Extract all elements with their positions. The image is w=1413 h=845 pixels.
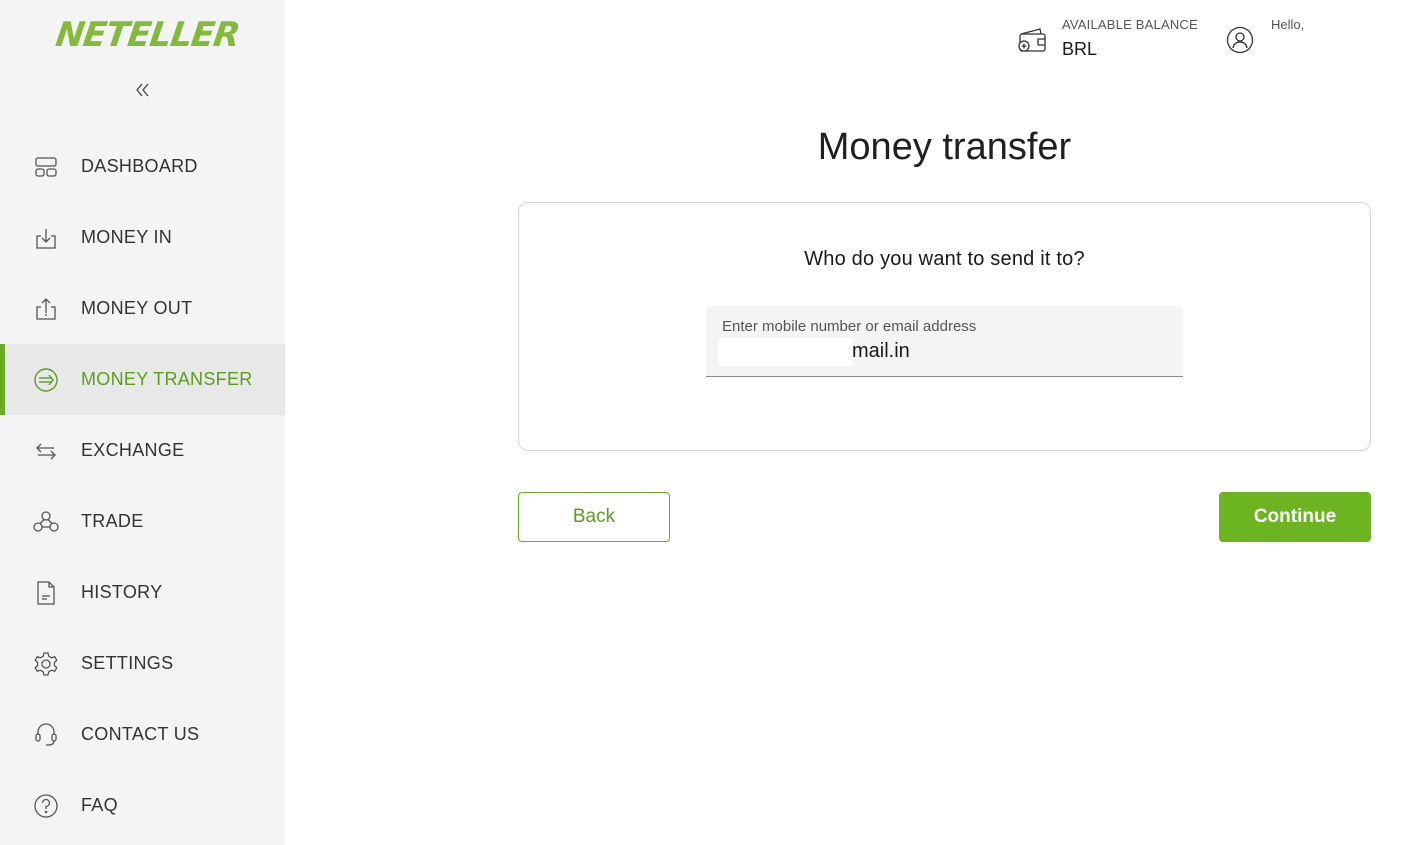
redacted-text-mask: [718, 338, 852, 366]
sidebar-item-dashboard[interactable]: DASHBOARD: [0, 131, 285, 202]
sidebar-item-money-out[interactable]: MONEY OUT: [0, 273, 285, 344]
neteller-logo[interactable]: NETELLER: [53, 15, 241, 55]
dashboard-icon: [33, 154, 59, 180]
sidebar-item-label: MONEY IN: [81, 227, 173, 247]
recipient-field[interactable]: Enter mobile number or email address: [706, 306, 1183, 377]
headset-icon: [33, 722, 59, 748]
sidebar-item-label: TRADE: [81, 511, 144, 531]
question-circle-icon: [33, 793, 59, 819]
sidebar-item-trade[interactable]: TRADE: [0, 486, 285, 557]
sidebar-item-contact-us[interactable]: CONTACT US: [0, 699, 285, 770]
document-icon: [33, 580, 59, 606]
sidebar-nav: DASHBOARD MONEY IN MONEY OUT MONEY TRANS…: [0, 131, 285, 841]
continue-button[interactable]: Continue: [1219, 492, 1371, 542]
sidebar-item-settings[interactable]: SETTINGS: [0, 628, 285, 699]
available-balance-label: AVAILABLE BALANCE: [1062, 17, 1198, 32]
recipient-card: Who do you want to send it to? Enter mob…: [518, 202, 1371, 451]
sidebar-item-label: FAQ: [81, 795, 118, 815]
recipient-question: Who do you want to send it to?: [804, 248, 1085, 270]
sidebar-item-faq[interactable]: FAQ: [0, 770, 285, 841]
sidebar-item-money-transfer[interactable]: MONEY TRANSFER: [0, 344, 285, 415]
sidebar: NETELLER DASHBOARD MONEY IN MONEY OUT MO…: [0, 0, 285, 845]
back-button[interactable]: Back: [518, 492, 670, 542]
double-chevron-left-icon: [136, 83, 149, 97]
network-nodes-icon: [33, 509, 59, 535]
user-greeting: Hello,: [1271, 17, 1305, 32]
gear-icon: [33, 651, 59, 677]
sidebar-item-label: SETTINGS: [81, 653, 174, 673]
page-title: Money transfer: [817, 126, 1072, 168]
transfer-arrow-icon: [33, 367, 59, 393]
sidebar-item-history[interactable]: HISTORY: [0, 557, 285, 628]
sidebar-item-exchange[interactable]: EXCHANGE: [0, 415, 285, 486]
download-tray-icon: [33, 225, 59, 251]
sidebar-item-label: EXCHANGE: [81, 440, 185, 460]
upload-tray-icon: [33, 296, 59, 322]
sidebar-item-label: MONEY TRANSFER: [81, 369, 253, 389]
sidebar-item-label: CONTACT US: [81, 724, 200, 744]
sidebar-item-money-in[interactable]: MONEY IN: [0, 202, 285, 273]
sidebar-item-label: MONEY OUT: [81, 298, 193, 318]
recipient-input-label: Enter mobile number or email address: [722, 318, 977, 335]
sidebar-item-label: HISTORY: [81, 582, 163, 602]
wallet-add-icon[interactable]: [1016, 26, 1048, 54]
exchange-arrows-icon: [33, 438, 59, 464]
available-balance-value: BRL: [1062, 39, 1098, 59]
collapse-sidebar-button[interactable]: [128, 76, 156, 104]
sidebar-item-label: DASHBOARD: [81, 156, 198, 176]
user-avatar-icon[interactable]: [1226, 26, 1254, 54]
